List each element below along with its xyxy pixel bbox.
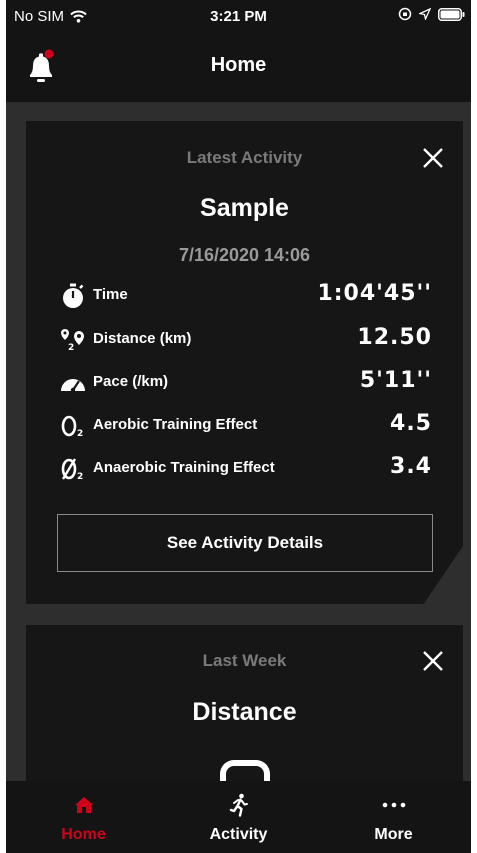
close-icon[interactable] xyxy=(421,649,445,673)
see-activity-details-button[interactable]: See Activity Details xyxy=(57,514,433,572)
stat-value: 5'11'' xyxy=(359,368,432,393)
page-title: Home xyxy=(210,54,267,76)
o2-icon: 2 xyxy=(60,413,86,439)
phone-screen: No SIM 3:21 PM Home Latest Activity Samp… xyxy=(6,0,471,853)
card-kicker: Latest Activity xyxy=(186,148,303,167)
card-title: Distance xyxy=(192,698,297,726)
activity-title: Sample xyxy=(200,194,289,222)
status-right-icons xyxy=(398,7,465,21)
more-dots-icon xyxy=(316,793,471,817)
runner-icon xyxy=(161,793,316,817)
stat-row-pace: Pace (/km) 5'11'' xyxy=(60,368,432,398)
svg-text:2: 2 xyxy=(77,429,83,438)
tab-label: Activity xyxy=(209,826,268,843)
stat-row-aerobic: 2 Aerobic Training Effect 4.5 xyxy=(60,411,432,441)
stat-label: Pace (/km) xyxy=(93,373,169,390)
latest-activity-card: Latest Activity Sample 7/16/2020 14:06 T… xyxy=(26,121,463,604)
stat-label: Aerobic Training Effect xyxy=(93,416,258,433)
location-arrow-icon xyxy=(419,8,431,20)
stat-label: Anaerobic Training Effect xyxy=(93,459,275,476)
stat-label: Time xyxy=(93,286,128,303)
tab-home[interactable]: Home xyxy=(6,781,161,853)
tab-more[interactable]: More xyxy=(316,781,471,853)
last-week-card: Last Week Distance xyxy=(26,625,463,790)
tab-label: More xyxy=(374,826,413,843)
status-bar: No SIM 3:21 PM xyxy=(6,0,471,32)
orientation-lock-icon xyxy=(398,7,412,21)
stat-row-anaerobic: 2 Anaerobic Training Effect 3.4 xyxy=(60,454,432,484)
speedometer-icon xyxy=(60,370,86,396)
tab-bar: Home Activity More xyxy=(6,781,471,853)
close-icon[interactable] xyxy=(421,146,445,170)
home-icon xyxy=(6,793,161,817)
card-kicker: Last Week xyxy=(202,651,287,670)
tab-label: Home xyxy=(61,826,106,843)
stat-label: Distance (km) xyxy=(93,330,192,347)
tab-activity[interactable]: Activity xyxy=(161,781,316,853)
stat-row-time: Time 1:04'45'' xyxy=(60,281,432,311)
stat-value: 4.5 xyxy=(390,411,432,436)
stopwatch-icon xyxy=(60,283,86,309)
distance-pins-icon: 2 xyxy=(60,327,86,353)
battery-icon xyxy=(438,7,465,21)
stat-value: 3.4 xyxy=(390,454,432,479)
app-header: Home xyxy=(6,32,471,102)
svg-text:2: 2 xyxy=(77,472,83,481)
stat-row-distance: 2 Distance (km) 12.50 xyxy=(60,325,432,355)
activity-datetime: 7/16/2020 14:06 xyxy=(178,245,311,265)
svg-text:2: 2 xyxy=(68,343,74,352)
anaerobic-o2-icon: 2 xyxy=(60,456,86,482)
stat-value: 12.50 xyxy=(357,325,432,350)
stat-value: 1:04'45'' xyxy=(317,281,432,306)
